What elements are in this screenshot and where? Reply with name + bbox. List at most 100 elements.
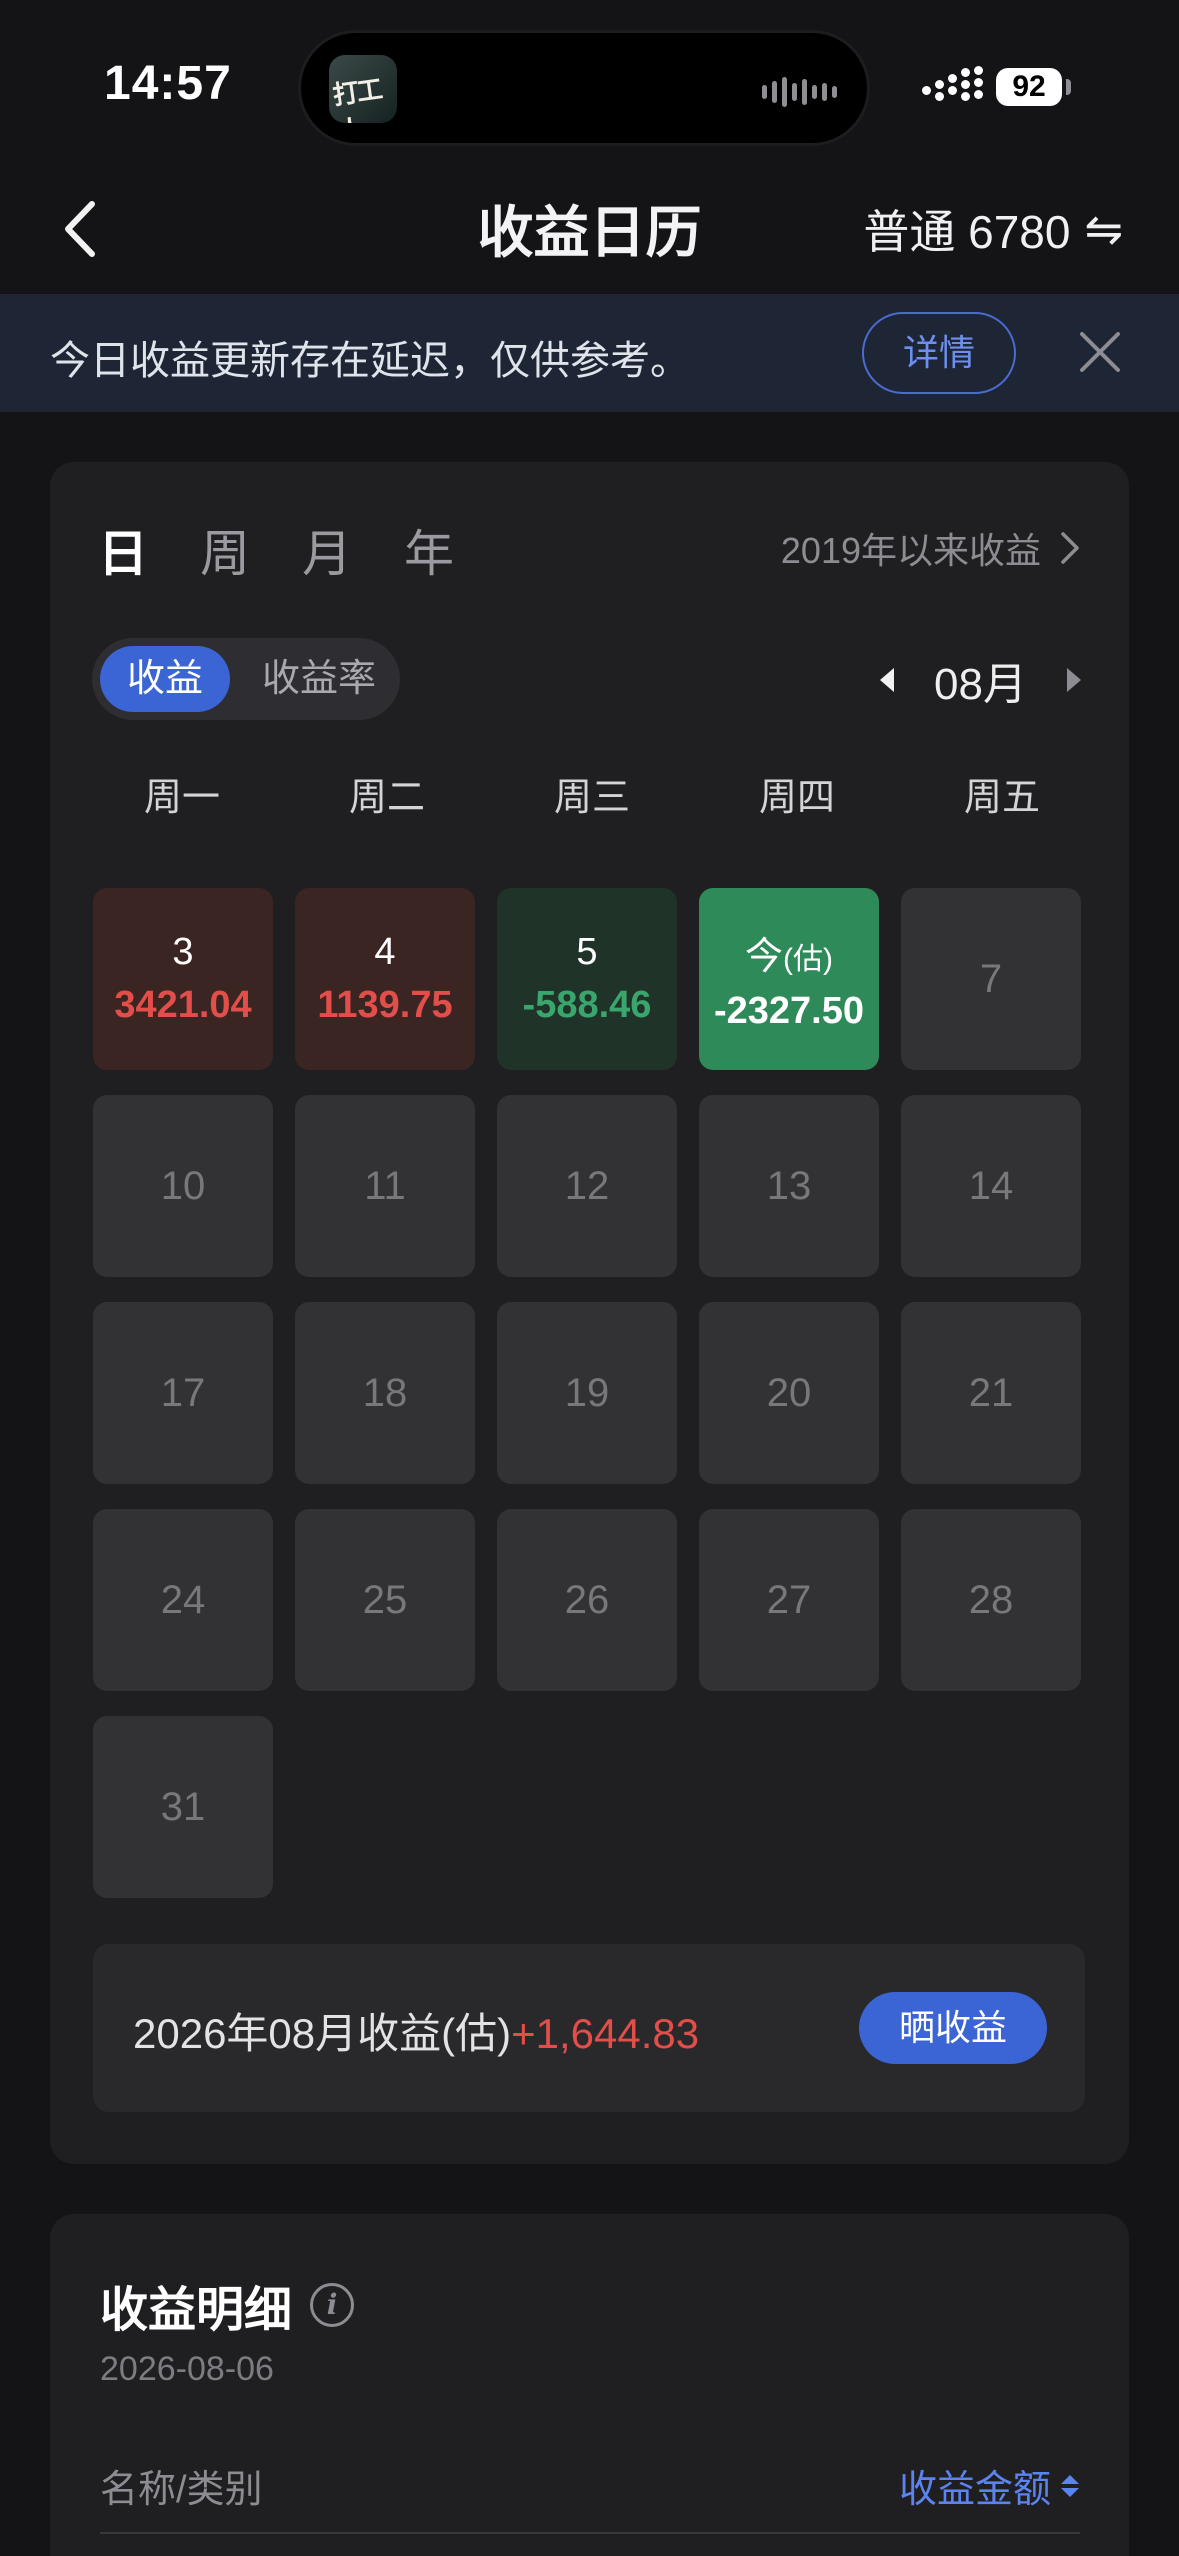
- period-tabs: 日 周 月 年: [98, 514, 454, 586]
- weekday-thu: 周四: [758, 777, 835, 819]
- calendar-day-cell[interactable]: 13: [699, 1095, 879, 1277]
- detail-title-text: 收益明细: [100, 2284, 293, 2337]
- calendar-day-cell[interactable]: 25: [295, 1509, 475, 1691]
- sort-icon: [1061, 2474, 1079, 2497]
- account-label: 普通 6780: [863, 206, 1071, 258]
- day-number: 12: [564, 1163, 610, 1208]
- weekday-header: 周一 周二 周三 周四 周五: [92, 766, 1092, 821]
- switch-icon: ⇋: [1084, 203, 1123, 255]
- island-app-icon: 打工人: [329, 55, 397, 123]
- day-number: 今(估): [745, 925, 833, 980]
- account-switcher[interactable]: 普通 6780 ⇋: [863, 196, 1123, 262]
- tab-day[interactable]: 日: [98, 514, 148, 586]
- calendar-day-cell[interactable]: 31: [93, 1716, 273, 1898]
- calendar-day-cell[interactable]: 28: [901, 1509, 1081, 1691]
- day-number: 20: [766, 1370, 812, 1415]
- calendar-day-cell[interactable]: 12: [497, 1095, 677, 1277]
- summary-label: 2026年08月收益(估): [133, 2010, 512, 2057]
- calendar-day-cell[interactable]: 10: [93, 1095, 273, 1277]
- day-number: 18: [362, 1370, 408, 1415]
- day-number: 25: [362, 1577, 408, 1622]
- share-earnings-button[interactable]: 晒收益: [859, 1992, 1047, 2064]
- calendar-day-cell[interactable]: 18: [295, 1302, 475, 1484]
- calendar-grid: 3 3421.04 4 1139.75 5 -588.46 今(估) -2327.50 7 10 1…: [93, 888, 1081, 1898]
- battery-icon: 92: [996, 68, 1062, 106]
- calendar-card: 日 周 月 年 2019年以来收益 收益 收益率 08月 周一 周二 周三 周四…: [50, 462, 1129, 2164]
- island-app-label: 打工人: [330, 73, 383, 123]
- calendar-day-cell[interactable]: 17: [93, 1302, 273, 1484]
- calendar-day-cell[interactable]: 26: [497, 1509, 677, 1691]
- column-amount-label: 收益金额: [898, 2469, 1051, 2511]
- month-label: 08月: [934, 660, 1027, 709]
- nav-bar: 收益日历 普通 6780 ⇋: [0, 170, 1179, 294]
- delay-notice-banner: 今日收益更新存在延迟，仅供参考。 详情: [0, 294, 1179, 412]
- status-bar: 14:57 打工人 92: [0, 0, 1179, 170]
- next-month-icon[interactable]: [1067, 668, 1081, 692]
- calendar-day-cell[interactable]: 20: [699, 1302, 879, 1484]
- prev-month-icon[interactable]: [880, 668, 895, 692]
- calendar-day-cell[interactable]: 5 -588.46: [497, 888, 677, 1070]
- weekday-tue: 周二: [348, 777, 425, 819]
- day-number: 7: [979, 956, 1003, 1001]
- day-amount: 3421.04: [114, 984, 252, 1026]
- calendar-day-cell[interactable]: 3 3421.04: [93, 888, 273, 1070]
- toggle-rate[interactable]: 收益率: [244, 646, 394, 712]
- day-number: 24: [160, 1577, 206, 1622]
- since-2019-link[interactable]: 2019年以来收益: [781, 522, 1081, 574]
- weekday-mon: 周一: [143, 777, 220, 819]
- divider: [100, 2532, 1080, 2534]
- calendar-day-cell[interactable]: 27: [699, 1509, 879, 1691]
- weekday-fri: 周五: [963, 777, 1040, 819]
- day-number: 5: [576, 931, 598, 973]
- month-navigator: 08月: [880, 648, 1081, 712]
- tab-year[interactable]: 年: [404, 514, 454, 586]
- info-icon[interactable]: i: [310, 2283, 355, 2327]
- toggle-earnings[interactable]: 收益: [100, 646, 230, 712]
- day-number: 10: [160, 1163, 206, 1208]
- summary-text: 2026年08月收益(估)+1,644.83: [133, 2000, 699, 2061]
- battery-tip: [1066, 79, 1071, 95]
- day-number: 26: [564, 1577, 610, 1622]
- calendar-day-cell[interactable]: 19: [497, 1302, 677, 1484]
- chevron-right-icon: [1061, 532, 1079, 564]
- metric-toggle: 收益 收益率: [92, 638, 400, 720]
- detail-date: 2026-08-06: [100, 2350, 274, 2388]
- detail-title: 收益明细 i: [100, 2270, 355, 2340]
- day-number: 19: [564, 1370, 610, 1415]
- day-amount: -588.46: [522, 984, 652, 1026]
- column-amount-sort[interactable]: 收益金额: [899, 2458, 1079, 2513]
- day-number: 11: [364, 1163, 406, 1208]
- calendar-day-cell[interactable]: 21: [901, 1302, 1081, 1484]
- banner-detail-button[interactable]: 详情: [862, 312, 1016, 394]
- weekday-wed: 周三: [553, 777, 630, 819]
- calendar-day-cell[interactable]: 4 1139.75: [295, 888, 475, 1070]
- banner-text: 今日收益更新存在延迟，仅供参考。: [50, 339, 690, 383]
- summary-value: +1,644.83: [511, 2010, 700, 2057]
- calendar-day-cell[interactable]: 11: [295, 1095, 475, 1277]
- day-amount: -2327.50: [713, 990, 864, 1032]
- day-number: 4: [374, 931, 396, 973]
- calendar-day-cell[interactable]: 7: [901, 888, 1081, 1070]
- day-number: 31: [160, 1784, 206, 1829]
- day-number: 28: [968, 1577, 1014, 1622]
- dynamic-island: 打工人: [298, 30, 870, 146]
- tab-month[interactable]: 月: [302, 514, 352, 586]
- calendar-day-cell[interactable]: 14: [901, 1095, 1081, 1277]
- calendar-day-cell[interactable]: 24: [93, 1509, 273, 1691]
- day-number: 3: [172, 931, 194, 973]
- day-number: 21: [968, 1370, 1014, 1415]
- close-icon[interactable]: [1070, 322, 1130, 382]
- day-number: 27: [766, 1577, 812, 1622]
- day-number: 17: [160, 1370, 206, 1415]
- audio-wave-icon: [762, 77, 837, 107]
- status-time: 14:57: [104, 57, 232, 110]
- day-amount: 1139.75: [317, 984, 453, 1026]
- day-number: 14: [968, 1163, 1014, 1208]
- calendar-day-cell[interactable]: 今(估) -2327.50: [699, 888, 879, 1070]
- since-label: 2019年以来收益: [780, 530, 1041, 571]
- day-number-text: 今: [745, 936, 784, 978]
- month-summary: 2026年08月收益(估)+1,644.83 晒收益: [93, 1944, 1085, 2112]
- earnings-detail-card: 收益明细 i 2026-08-06 名称/类别 收益金额: [50, 2214, 1129, 2556]
- column-name-header: 名称/类别: [100, 2469, 263, 2511]
- tab-week[interactable]: 周: [200, 514, 250, 586]
